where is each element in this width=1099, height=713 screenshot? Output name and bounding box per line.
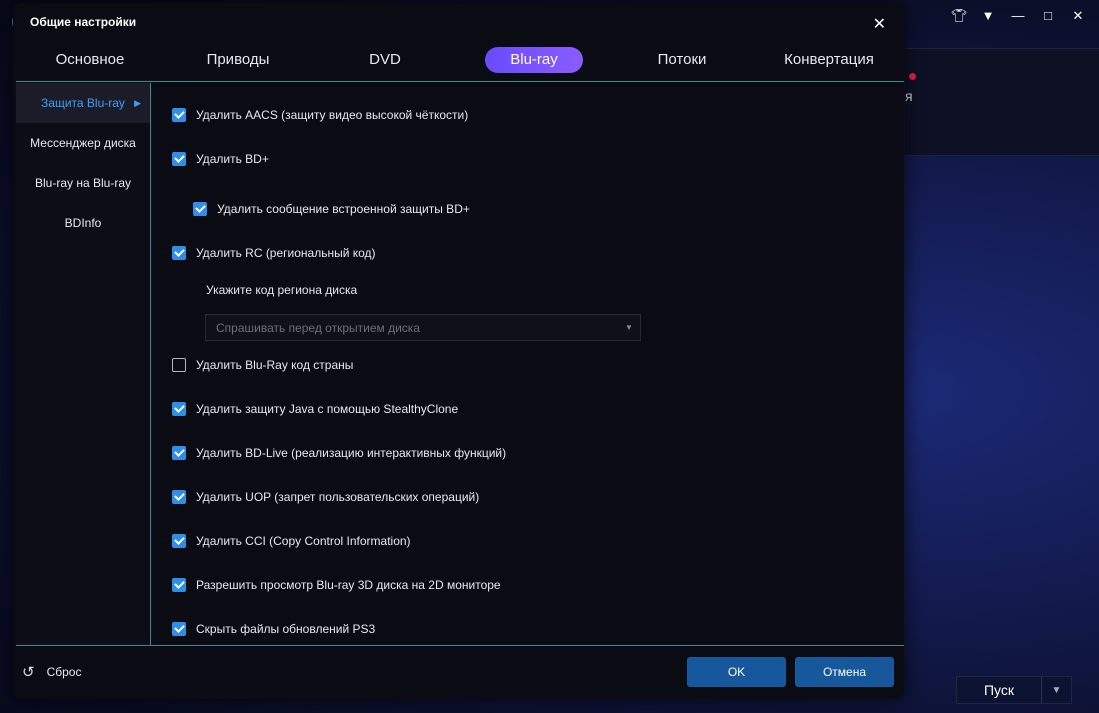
- tab-conversion[interactable]: Конвертация: [771, 47, 887, 73]
- ok-button[interactable]: OK: [687, 657, 786, 687]
- close-icon[interactable]: ✕: [873, 14, 886, 34]
- checkbox[interactable]: [172, 108, 186, 122]
- option-label: Удалить RC (региональный код): [196, 246, 376, 260]
- option-label: Разрешить просмотр Blu-ray 3D диска на 2…: [196, 578, 501, 592]
- tab-dvd[interactable]: DVD: [330, 47, 440, 73]
- option-remove-bdplus[interactable]: Удалить BD+: [172, 152, 269, 166]
- checkbox[interactable]: [172, 402, 186, 416]
- sidebar-item-label: BDInfo: [64, 216, 102, 230]
- window-controls: 👕︎ ▼ — □ ✕: [951, 8, 1085, 24]
- option-remove-aacs[interactable]: Удалить AACS (защиту видео высокой чётко…: [172, 108, 468, 122]
- option-hide-ps3-updates[interactable]: Скрыть файлы обновлений PS3: [172, 622, 375, 636]
- sidebar-item-label: Защита Blu-ray: [41, 96, 125, 110]
- option-label: Скрыть файлы обновлений PS3: [196, 622, 376, 636]
- option-label: Удалить защиту Java с помощью StealthyCl…: [196, 402, 459, 416]
- options-panel: Удалить AACS (защиту видео высокой чётко…: [151, 83, 904, 645]
- option-3d-on-2d[interactable]: Разрешить просмотр Blu-ray 3D диска на 2…: [172, 578, 501, 592]
- tab-drives[interactable]: Приводы: [183, 47, 293, 73]
- checkbox[interactable]: [193, 202, 207, 216]
- background-truncated-text: я: [905, 88, 913, 104]
- background-panel: [905, 48, 1099, 156]
- sidebar-item-label: Мессенджер диска: [30, 136, 136, 150]
- region-code-label: Укажите код региона диска: [206, 283, 358, 297]
- reset-label: Сброс: [46, 665, 82, 679]
- sidebar-item-bluray-protection[interactable]: Защита Blu-ray ▶: [16, 83, 150, 123]
- sidebar-item-disc-messenger[interactable]: Мессенджер диска: [16, 123, 150, 163]
- close-window-icon[interactable]: ✕: [1071, 8, 1085, 24]
- dropdown-arrow-icon[interactable]: ▼: [618, 323, 640, 332]
- option-label: Удалить Blu-Ray код страны: [196, 358, 354, 372]
- checkbox[interactable]: [172, 622, 186, 636]
- checkbox[interactable]: [172, 578, 186, 592]
- minimize-icon[interactable]: —: [1011, 8, 1025, 24]
- option-label: Удалить CCI (Copy Control Information): [196, 534, 411, 548]
- sidebar-item-label: Blu-ray на Blu-ray: [35, 176, 131, 190]
- tab-bar: Основное Приводы DVD Blu-ray Потоки Конв…: [13, 47, 904, 80]
- option-label: Удалить BD+: [196, 152, 269, 166]
- option-label: Удалить UOP (запрет пользовательских опе…: [196, 490, 480, 504]
- checkbox[interactable]: [172, 446, 186, 460]
- option-label: Удалить BD-Live (реализацию интерактивны…: [196, 446, 507, 460]
- option-remove-java-protection[interactable]: Удалить защиту Java с помощью StealthyCl…: [172, 402, 458, 416]
- start-button-label[interactable]: Пуск: [957, 677, 1042, 703]
- option-remove-uop[interactable]: Удалить UOP (запрет пользовательских опе…: [172, 490, 479, 504]
- region-code-select[interactable]: Спрашивать перед открытием диска ▼: [205, 314, 641, 341]
- reset-icon: ↺: [22, 664, 35, 681]
- option-remove-bd-live[interactable]: Удалить BD-Live (реализацию интерактивны…: [172, 446, 506, 460]
- checkbox[interactable]: [172, 246, 186, 260]
- maximize-icon[interactable]: □: [1041, 8, 1055, 24]
- option-label: Удалить AACS (защиту видео высокой чётко…: [196, 108, 469, 122]
- tab-divider: [16, 81, 904, 82]
- region-code-value: Спрашивать перед открытием диска: [216, 320, 420, 335]
- notification-dot-icon: [909, 73, 916, 80]
- skin-icon[interactable]: 👕︎: [951, 8, 968, 24]
- option-remove-bdplus-message[interactable]: Удалить сообщение встроенной защиты BD+: [193, 202, 470, 216]
- tab-streams[interactable]: Потоки: [627, 47, 737, 73]
- sidebar-item-bluray-to-bluray[interactable]: Blu-ray на Blu-ray: [16, 163, 150, 203]
- tab-bluray[interactable]: Blu-ray: [485, 47, 583, 73]
- checkbox[interactable]: [172, 490, 186, 504]
- sidebar-item-bdinfo[interactable]: BDInfo: [16, 203, 150, 243]
- reset-button[interactable]: ↺ Сброс: [22, 663, 81, 681]
- sidebar: Защита Blu-ray ▶ Мессенджер диска Blu-ra…: [16, 83, 150, 645]
- option-remove-country-code[interactable]: Удалить Blu-Ray код страны: [172, 358, 353, 372]
- footer-divider: [16, 645, 904, 646]
- checkbox[interactable]: [172, 152, 186, 166]
- tab-general[interactable]: Основное: [35, 47, 145, 73]
- option-remove-rc[interactable]: Удалить RC (региональный код): [172, 246, 376, 260]
- menu-icon[interactable]: ▼: [981, 8, 995, 24]
- settings-dialog: Общие настройки ✕ Основное Приводы DVD B…: [13, 3, 904, 699]
- cancel-button[interactable]: Отмена: [795, 657, 894, 687]
- chevron-down-icon[interactable]: ▼: [1042, 677, 1071, 703]
- option-remove-cci[interactable]: Удалить CCI (Copy Control Information): [172, 534, 411, 548]
- option-label: Удалить сообщение встроенной защиты BD+: [217, 202, 470, 216]
- caret-right-icon: ▶: [134, 98, 141, 108]
- checkbox[interactable]: [172, 534, 186, 548]
- checkbox[interactable]: [172, 358, 186, 372]
- dialog-title: Общие настройки: [30, 15, 137, 29]
- start-button[interactable]: Пуск ▼: [956, 676, 1072, 704]
